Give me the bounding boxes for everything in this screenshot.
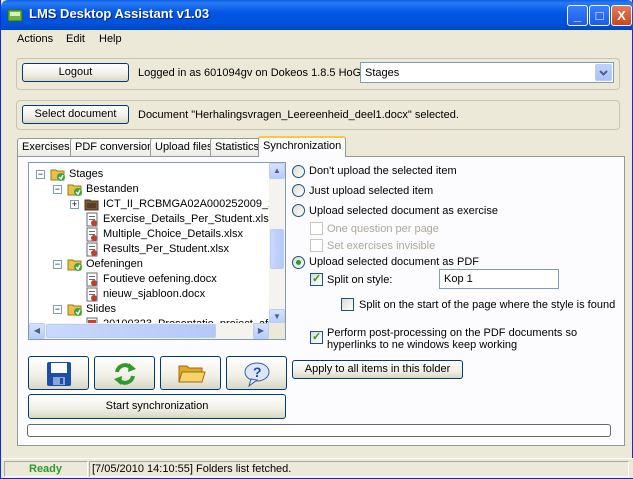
split-start-page-checkbox[interactable] <box>341 298 354 311</box>
file-icon <box>84 212 100 227</box>
file-icon <box>84 242 100 257</box>
dont-upload-label: Don't upload the selected item <box>309 165 457 177</box>
app-window: LMS Desktop Assistant v1.03 _ □ X Action… <box>0 0 633 479</box>
split-start-page-label: Split on the start of the page where the… <box>359 299 616 311</box>
tree-item-label: Exercise_Details_Per_Student.xlsx <box>103 213 275 225</box>
upload-pdf-label: Upload selected document as PDF <box>309 256 479 268</box>
tree-item-label: Multiple_Choice_Details.xlsx <box>103 228 244 240</box>
upload-exercise-radio[interactable] <box>292 204 305 217</box>
upload-exercise-label: Upload selected document as exercise <box>309 205 498 217</box>
apply-all-label: Apply to all items in this folder <box>304 363 451 375</box>
post-processing-label: Perform post-processing on the PDF docum… <box>327 327 578 351</box>
help-button[interactable]: ? <box>226 356 287 390</box>
post-processing-checkbox[interactable] <box>310 330 323 344</box>
tree-item-label: Results_Per_Student.xlsx <box>103 243 229 255</box>
menu-bar: Actions Edit Help <box>2 30 633 49</box>
chevron-down-icon[interactable] <box>595 64 612 81</box>
file-icon <box>84 227 100 242</box>
refresh-button[interactable] <box>94 356 155 390</box>
vertical-scrollbar[interactable]: ▲ ▼ <box>269 163 285 325</box>
menu-help[interactable]: Help <box>99 33 122 45</box>
help-icon: ? <box>244 362 270 387</box>
set-invisible-checkbox[interactable] <box>310 239 323 252</box>
folder-sync-icon <box>50 167 66 182</box>
collapse-icon[interactable]: − <box>53 305 62 314</box>
status-bar: Ready [7/05/2010 14:10:55] Folders list … <box>2 458 633 478</box>
open-folder-icon <box>178 365 206 383</box>
app-icon <box>7 9 23 22</box>
tree-item-label: Bestanden <box>86 183 139 195</box>
start-synchronization-label: Start synchronization <box>105 400 209 412</box>
tree-item-label: ICT_II_RCBMGA02A000252009_2010 <box>103 198 286 210</box>
refresh-icon <box>114 363 136 385</box>
status-state-pane: Ready <box>4 461 88 477</box>
folder-sync-icon <box>67 182 83 197</box>
one-question-checkbox[interactable] <box>310 222 323 235</box>
upload-pdf-radio[interactable] <box>292 256 305 269</box>
split-on-style-checkbox[interactable] <box>310 272 323 286</box>
logout-button[interactable]: Logout <box>22 63 129 82</box>
tree-item-label: Foutieve oefening.docx <box>103 273 217 285</box>
select-document-label: Select document <box>34 108 117 120</box>
just-upload-radio[interactable] <box>292 184 305 197</box>
split-style-value: Kop 1 <box>444 273 473 285</box>
scroll-corner <box>269 323 285 339</box>
tree-item-label: Oefeningen <box>86 258 143 270</box>
tree-item-label: Stages <box>69 168 104 180</box>
tab-synchronization[interactable]: Synchronization <box>258 136 347 157</box>
split-on-style-label: Split on style: <box>327 274 393 286</box>
horizontal-scrollbar[interactable]: ◀ ▶ <box>29 323 269 339</box>
sync-progress-bar <box>27 424 611 437</box>
split-style-input[interactable]: Kop 1 <box>439 269 559 289</box>
title-bar[interactable]: LMS Desktop Assistant v1.03 _ □ X <box>1 0 633 30</box>
help-glyph: ? <box>253 364 262 380</box>
start-synchronization-button[interactable]: Start synchronization <box>28 394 286 419</box>
file-icon <box>84 287 100 302</box>
login-status: Logged in as 601094gv on Dokeos 1.8.5 Ho… <box>138 67 377 79</box>
collapse-icon[interactable]: − <box>53 260 62 269</box>
expand-icon[interactable]: + <box>70 200 79 209</box>
save-button[interactable] <box>28 356 89 390</box>
just-upload-label: Just upload selected item <box>309 185 434 197</box>
minimize-button[interactable]: _ <box>567 5 588 26</box>
tab-pdf-conversion[interactable]: PDF conversion <box>70 138 159 156</box>
set-invisible-label: Set exercises invisible <box>327 240 436 252</box>
select-document-button[interactable]: Select document <box>22 105 129 124</box>
maximize-button[interactable]: □ <box>589 5 610 26</box>
document-status: Document "Herhalingsvragen_Leereenheid_d… <box>138 109 459 121</box>
tree-item-label: Slides <box>86 303 116 315</box>
save-icon <box>47 362 71 386</box>
course-select[interactable]: Stages <box>360 62 614 83</box>
folder-tree[interactable]: − Stages − Bestanden + ICT_II_RCBMGA02A000252… <box>28 162 286 340</box>
folder-sync-icon <box>67 302 83 317</box>
course-select-value: Stages <box>365 67 400 79</box>
tab-exercises[interactable]: Exercises <box>17 138 75 156</box>
dont-upload-radio[interactable] <box>292 165 305 178</box>
scroll-left-icon[interactable]: ◀ <box>29 323 45 339</box>
status-message-pane: [7/05/2010 14:10:55] Folders list fetche… <box>89 461 629 477</box>
apply-all-button[interactable]: Apply to all items in this folder <box>292 360 463 379</box>
scroll-right-icon[interactable]: ▶ <box>253 323 269 339</box>
tab-statistics[interactable]: Statistics <box>210 138 265 156</box>
menu-actions[interactable]: Actions <box>17 33 53 45</box>
logout-label: Logout <box>58 66 93 78</box>
close-button[interactable]: X <box>611 5 632 26</box>
scroll-up-icon[interactable]: ▲ <box>269 163 285 179</box>
folder-dark-icon <box>84 197 100 212</box>
folder-sync-icon <box>67 257 83 272</box>
status-message: [7/05/2010 14:10:55] Folders list fetche… <box>92 463 292 475</box>
collapse-icon[interactable]: − <box>53 185 62 194</box>
status-state: Ready <box>29 463 63 475</box>
one-question-label: One question per page <box>327 223 439 235</box>
window-title: LMS Desktop Assistant v1.03 <box>29 6 210 21</box>
tree-item-label: nieuw_sjabloon.docx <box>103 288 206 300</box>
open-folder-button[interactable] <box>160 356 221 390</box>
collapse-icon[interactable]: − <box>36 170 45 179</box>
scroll-thumb[interactable] <box>270 229 284 269</box>
file-icon <box>84 272 100 287</box>
tab-upload-files[interactable]: Upload files <box>150 138 218 156</box>
hscroll-thumb[interactable] <box>46 324 216 338</box>
menu-edit[interactable]: Edit <box>66 33 85 45</box>
